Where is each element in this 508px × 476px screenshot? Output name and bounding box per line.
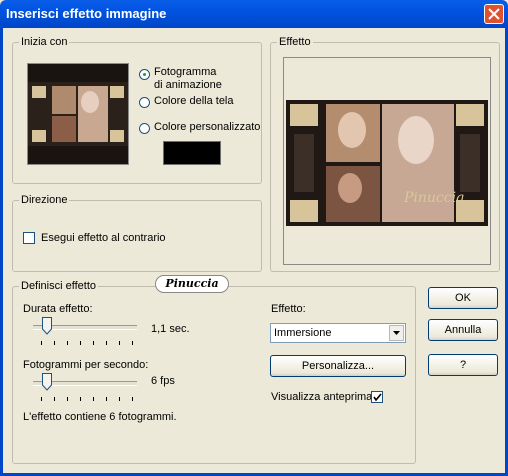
chevron-down-icon	[393, 331, 400, 335]
define-effect-group: Definisci effetto Pinuccia Durata effett…	[12, 275, 416, 464]
radio-animation-frame-label-1: Fotogramma	[154, 66, 217, 78]
fps-tick	[67, 397, 68, 401]
direction-group: Direzione Esegui effetto al contrario	[12, 194, 262, 272]
start-frame-thumbnail	[27, 63, 129, 165]
duration-tick	[67, 341, 68, 345]
fps-tick	[119, 397, 120, 401]
dropdown-arrow-button[interactable]	[389, 325, 404, 341]
help-button[interactable]: ?	[428, 354, 498, 376]
fps-tick	[54, 397, 55, 401]
pinuccia-badge: Pinuccia	[155, 275, 229, 293]
window-title: Inserisci effetto immagine	[6, 6, 167, 21]
close-button[interactable]	[484, 4, 504, 24]
duration-tick	[119, 341, 120, 345]
duration-tick	[80, 341, 81, 345]
radio-custom-color[interactable]	[139, 123, 150, 134]
duration-slider-thumb[interactable]	[42, 317, 53, 335]
fps-tick	[106, 397, 107, 401]
frames-info: L'effetto contiene 6 fotogrammi.	[23, 411, 177, 423]
radio-animation-frame-label-2: di animazione	[154, 79, 222, 91]
title-bar: Inserisci effetto immagine	[0, 0, 508, 28]
ok-button[interactable]: OK	[428, 287, 498, 309]
checkmark-icon	[373, 393, 382, 402]
customize-button[interactable]: Personalizza...	[270, 355, 406, 377]
radio-custom-color-label: Colore personalizzato	[154, 121, 261, 133]
fps-tick	[41, 397, 42, 401]
direction-group-legend: Direzione	[19, 194, 70, 206]
fps-tick	[80, 397, 81, 401]
radio-animation-frame[interactable]	[139, 69, 150, 80]
close-icon	[488, 8, 500, 20]
reverse-effect-checkbox[interactable]	[23, 232, 35, 244]
duration-label: Durata effetto:	[23, 303, 93, 315]
duration-tick	[132, 341, 133, 345]
effect-collage-image	[286, 100, 488, 226]
collage-thumbnail-image	[28, 82, 128, 146]
radio-canvas-color[interactable]	[139, 97, 150, 108]
duration-value: 1,1 sec.	[151, 323, 190, 335]
effect-type-selected: Immersione	[274, 327, 332, 339]
cancel-button[interactable]: Annulla	[428, 319, 498, 341]
reverse-effect-label: Esegui effetto al contrario	[41, 232, 166, 244]
effect-preview-group: Effetto Pinuccia	[270, 36, 500, 272]
duration-tick	[106, 341, 107, 345]
start-group-legend: Inizia con	[19, 36, 70, 48]
effect-preview-legend: Effetto	[277, 36, 313, 48]
fps-slider-thumb[interactable]	[42, 373, 53, 391]
fps-tick	[132, 397, 133, 401]
start-group: Inizia con Fotogramma di animazione Colo…	[12, 36, 262, 184]
effect-type-select[interactable]: Immersione	[270, 323, 406, 343]
define-effect-legend: Definisci effetto	[19, 280, 99, 292]
radio-canvas-color-label: Colore della tela	[154, 95, 234, 107]
effect-preview-image: Pinuccia	[283, 57, 491, 265]
custom-color-swatch[interactable]	[163, 141, 221, 165]
fps-value: 6 fps	[151, 375, 175, 387]
duration-tick	[93, 341, 94, 345]
fps-label: Fotogrammi per secondo:	[23, 359, 149, 371]
preview-watermark: Pinuccia	[404, 190, 465, 206]
duration-tick	[41, 341, 42, 345]
preview-label: Visualizza anteprima	[271, 391, 373, 403]
fps-tick	[93, 397, 94, 401]
effect-type-label: Effetto:	[271, 303, 306, 315]
preview-checkbox[interactable]	[371, 391, 383, 403]
duration-tick	[54, 341, 55, 345]
